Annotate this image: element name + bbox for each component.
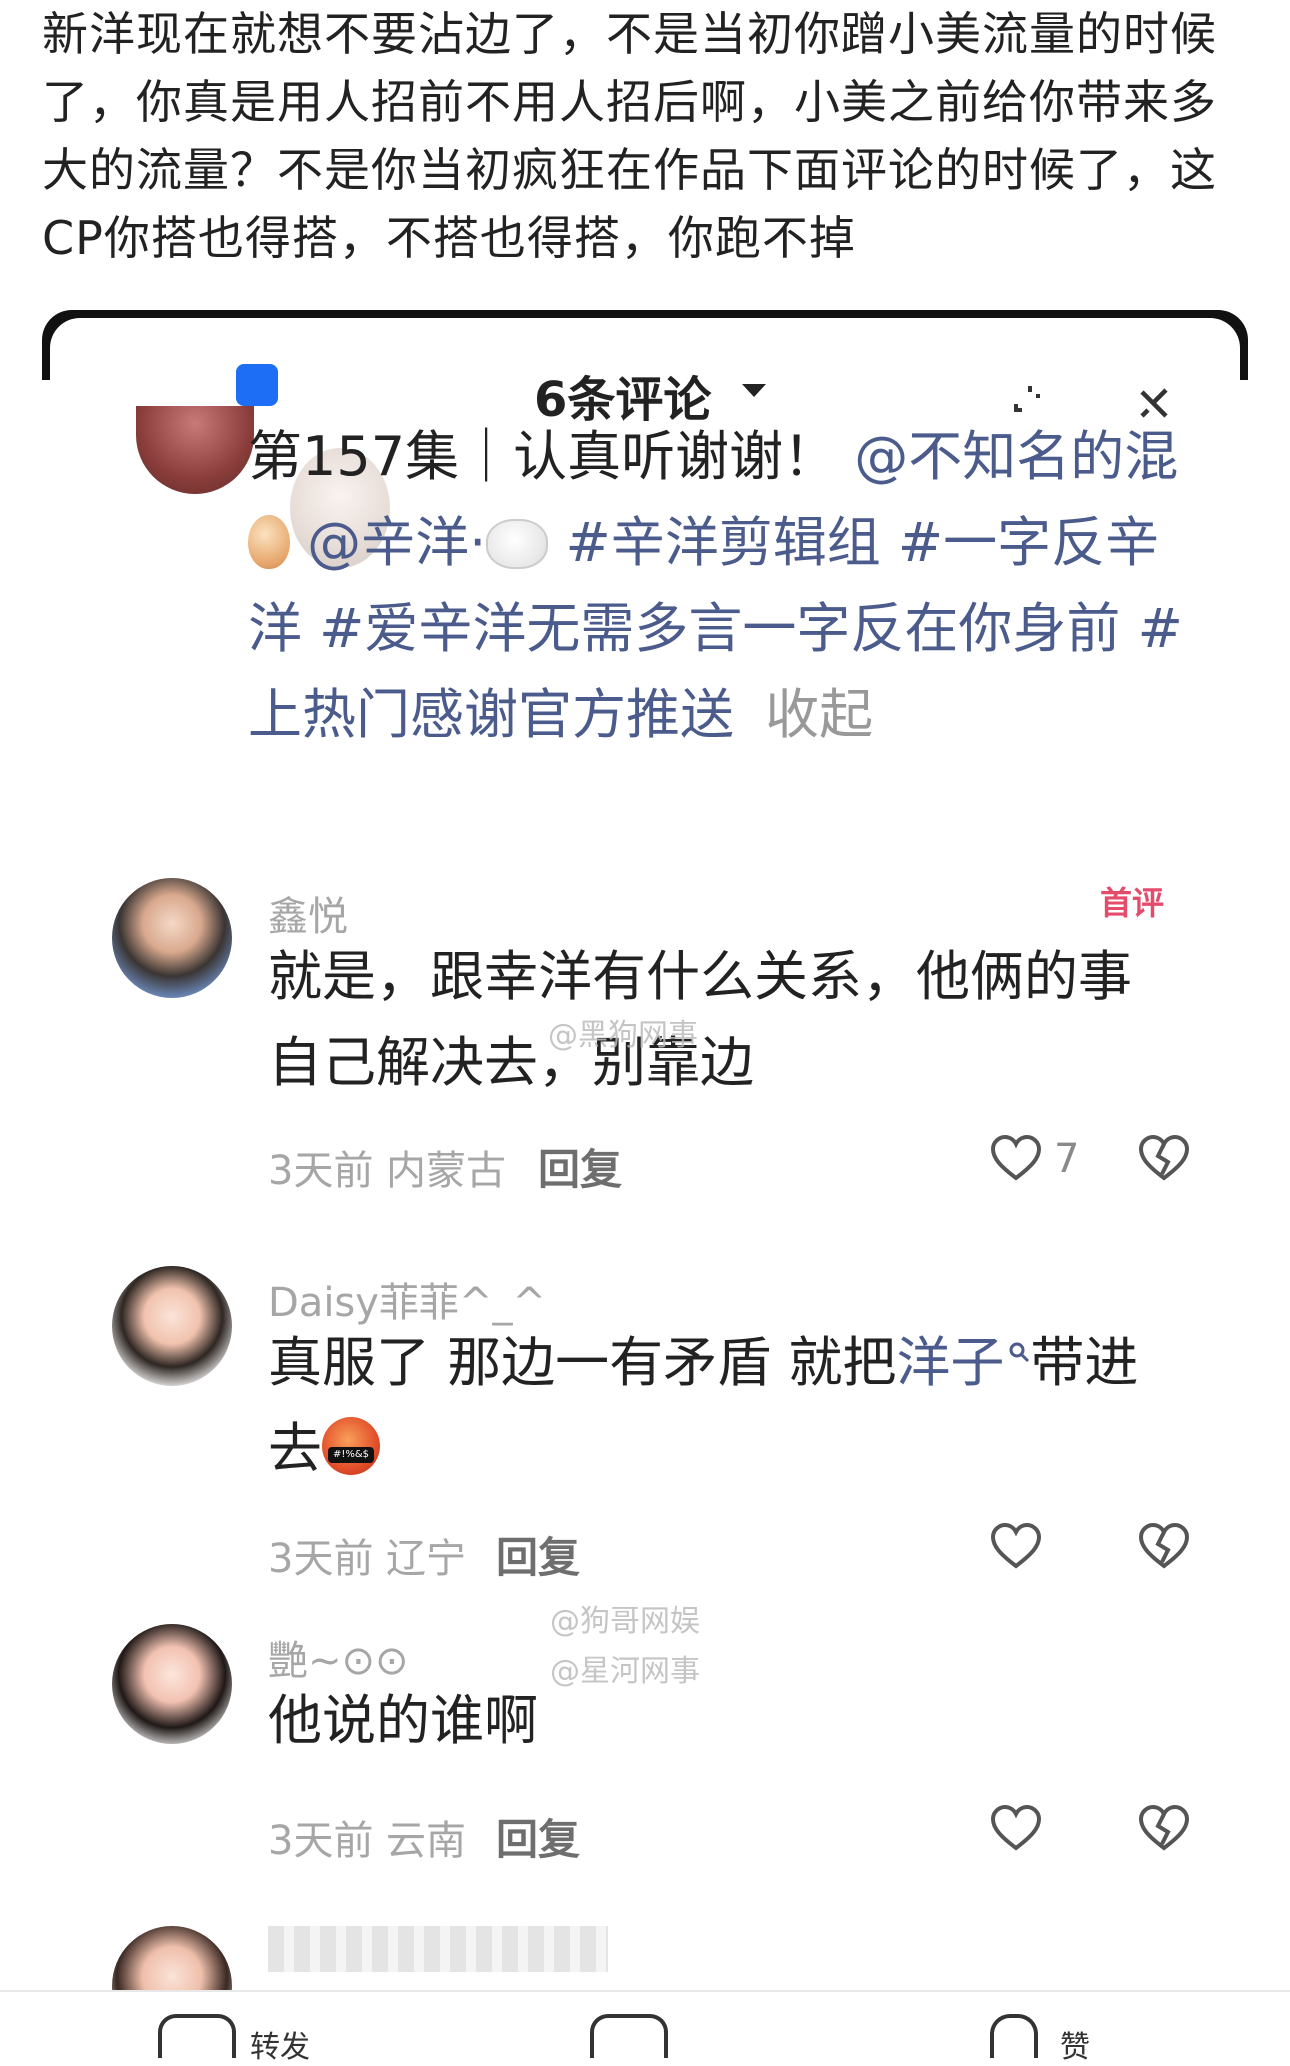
caption-text: 第157集｜认真听谢谢！ bbox=[248, 425, 838, 488]
watermark: @狗哥网娱 bbox=[550, 1604, 700, 1639]
comment-location: 辽宁 bbox=[386, 1536, 466, 1582]
like-count: 7 bbox=[1054, 1136, 1080, 1182]
comment-time: 3天前 bbox=[268, 1536, 374, 1582]
comment-time: 3天前 bbox=[268, 1818, 374, 1864]
heart-icon[interactable] bbox=[990, 1804, 1042, 1852]
heart-icon[interactable] bbox=[990, 1134, 1042, 1182]
heart-icon[interactable] bbox=[990, 1522, 1042, 1570]
broken-heart-icon[interactable] bbox=[1138, 1804, 1190, 1852]
first-comment-badge: 首评 bbox=[1100, 884, 1165, 922]
avatar[interactable] bbox=[112, 1266, 232, 1386]
post-text: 新洋现在就想不要沾边了，不是当初你蹭小美流量的时候了，你真是用人招前不用人招后啊… bbox=[42, 7, 1217, 265]
comment-text: 真服了 那边一有矛盾 就把 bbox=[268, 1331, 897, 1394]
thumbs-up-icon[interactable] bbox=[990, 2014, 1038, 2058]
comment-body: 真服了 那边一有矛盾 就把洋子 带进去 #!%&$ bbox=[268, 1320, 1168, 1492]
avatar[interactable] bbox=[112, 1926, 232, 1990]
egg-emoji-icon bbox=[248, 515, 290, 569]
search-link[interactable]: 洋子 bbox=[896, 1331, 1004, 1394]
reply-button[interactable]: 回复 bbox=[496, 1524, 580, 1585]
sheep-emoji-icon bbox=[486, 519, 549, 569]
comment-location: 内蒙古 bbox=[386, 1148, 506, 1194]
mention-link[interactable]: @辛洋· bbox=[307, 511, 486, 574]
broken-heart-icon[interactable] bbox=[1138, 1522, 1190, 1570]
reply-button[interactable]: 回复 bbox=[538, 1136, 622, 1197]
bottom-action-bar: 转发 评论 赞 bbox=[0, 1990, 1290, 2065]
comment-time: 3天前 bbox=[268, 1148, 374, 1194]
like-label[interactable]: 赞 bbox=[1060, 2022, 1090, 2066]
comment-panel: 6条评论 第157集｜认真听谢谢！ @不知名的混 @辛洋· #辛洋剪辑组 #一字… bbox=[50, 318, 1240, 1990]
search-icon bbox=[1009, 1342, 1030, 1363]
video-caption: 第157集｜认真听谢谢！ @不知名的混 @辛洋· #辛洋剪辑组 #一字反辛洋 #… bbox=[248, 414, 1188, 758]
avatar[interactable] bbox=[112, 878, 232, 998]
share-label[interactable]: 转发 bbox=[250, 2022, 310, 2066]
author-avatar[interactable] bbox=[136, 406, 254, 494]
app-logo-icon bbox=[236, 364, 278, 406]
comment-body: 就是，跟幸洋有什么关系，他俩的事自己解决去，别靠边 bbox=[268, 945, 1132, 1094]
comment-location: 云南 bbox=[386, 1818, 466, 1864]
chevron-down-icon[interactable] bbox=[742, 384, 766, 397]
collapse-link[interactable]: 收起 bbox=[765, 683, 873, 746]
angry-emoji-icon: #!%&$ bbox=[322, 1417, 380, 1475]
redacted-username bbox=[268, 1926, 608, 1972]
mention-link[interactable]: @不知名的混 bbox=[854, 425, 1178, 488]
watermark: @黑狗网事 bbox=[548, 1018, 698, 1053]
comment-body: 他说的谁啊 bbox=[268, 1689, 538, 1752]
avatar[interactable] bbox=[112, 1624, 232, 1744]
reply-button[interactable]: 回复 bbox=[496, 1806, 580, 1867]
broken-heart-icon[interactable] bbox=[1138, 1134, 1190, 1182]
screenshot-card: 6条评论 第157集｜认真听谢谢！ @不知名的混 @辛洋· #辛洋剪辑组 #一字… bbox=[42, 310, 1248, 1990]
share-icon[interactable] bbox=[158, 2014, 236, 2058]
comment-icon[interactable] bbox=[590, 2014, 668, 2058]
